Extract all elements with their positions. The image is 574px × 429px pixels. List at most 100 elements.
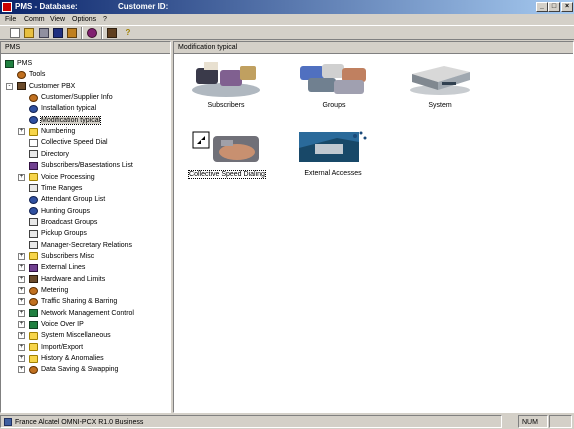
help-icon[interactable]: ? [123,28,133,38]
groups-item[interactable]: Groups [296,60,372,114]
external-accesses-image [297,128,369,166]
menu-help[interactable]: ? [103,14,107,25]
tree-item[interactable]: History & Anomalies [29,353,104,364]
tree-expander[interactable]: + [18,298,25,306]
external-accesses-label: External Accesses [304,170,362,177]
tree-item[interactable]: Network Management Control [29,308,134,319]
tree-item[interactable]: Customer PBX [17,81,75,92]
net-icon [29,309,38,318]
tree-item[interactable]: Customer/Supplier Info [29,92,113,103]
tree-item[interactable]: Metering [29,285,68,296]
menu-view[interactable]: View [50,14,65,25]
minimize-button[interactable]: _ [536,2,548,12]
print-icon[interactable] [67,28,77,38]
book-icon[interactable] [107,28,117,38]
tree-item[interactable]: Hunting Groups [29,206,90,217]
menu-comm[interactable]: Comm [24,14,45,25]
tree-item[interactable]: Attendant Group List [29,194,105,205]
tree-item[interactable]: Tools [17,69,45,80]
save-all-icon[interactable] [53,28,63,38]
tree-expander[interactable]: + [18,252,25,260]
pms-icon [5,59,14,68]
external-accesses-item[interactable]: External Accesses [294,128,372,182]
save-icon[interactable] [39,28,49,38]
tree-item[interactable]: Broadcast Groups [29,217,97,228]
tree-item-label: External Lines [41,264,86,272]
tree-item[interactable]: Directory [29,149,69,160]
list-icon [29,229,38,238]
status-computer-icon [4,418,12,426]
tree-expander[interactable]: + [18,366,25,374]
system-label: System [428,102,452,109]
tree-item[interactable]: Hardware and Limits [29,274,105,285]
tree-item[interactable]: Data Saving & Swapping [29,364,118,375]
tree-expander[interactable]: + [18,287,25,294]
tree-expander[interactable]: + [18,321,25,329]
disk-icon[interactable] [87,28,97,38]
tree-item-label: Voice Processing [41,173,95,181]
tree-expander[interactable]: + [18,264,25,272]
status-extra-cell [549,415,572,428]
system-image [404,60,476,98]
tree-expander[interactable]: + [18,128,25,136]
tree-item[interactable]: PMS [5,58,32,69]
tree-item[interactable]: External Lines [29,262,85,273]
tree-item[interactable]: Installation typical [29,103,96,114]
tree-item[interactable]: System Miscellaneous [29,330,111,341]
tree-item-label: Manager-Secretary Relations [41,241,133,249]
tree-item[interactable]: Subscribers Misc [29,251,94,262]
tree-item[interactable]: Traffic Sharing & Barring [29,296,117,307]
folder-icon [29,354,38,363]
tree-item[interactable]: Manager-Secretary Relations [29,240,132,251]
status-bar: France Alcatel OMNI-PCX R1.0 Business NU… [0,414,574,429]
tree-item[interactable]: Voice Over IP [29,319,84,330]
tree-item-label: Customer/Supplier Info [41,94,113,102]
tree-item[interactable]: Collective Speed Dial [29,137,108,148]
tree-expander[interactable]: - [6,82,13,90]
tree-item-label: Subscribers Misc [41,252,95,260]
phone-icon [29,161,38,170]
folder-icon [29,173,38,181]
tree-expander[interactable]: + [18,343,25,351]
speed-dial-item[interactable]: Collective Speed Dialing [188,128,266,182]
doc-icon [29,138,38,147]
people-icon [29,195,38,204]
tree-item-label: Collective Speed Dial [41,139,108,147]
close-button[interactable]: × [561,2,573,12]
tree-item[interactable]: Import/Export [29,342,83,353]
tree-expander[interactable]: + [18,275,25,283]
tree-expander[interactable]: + [18,173,25,181]
tree-item-label: Installation typical [41,105,97,113]
tools-icon [17,70,26,79]
tree-item[interactable]: Time Ranges [29,183,82,194]
tree-expander[interactable]: + [18,355,25,363]
tree-item-label: Subscribers/Basestations List [41,162,133,170]
maximize-button[interactable]: □ [548,2,560,12]
status-text-cell: France Alcatel OMNI-PCX R1.0 Business [0,415,502,428]
tree-item-label: Numbering [41,128,76,136]
tree-item[interactable]: Voice Processing [29,172,95,183]
list-icon [29,218,38,227]
tree-expander[interactable]: + [18,309,25,317]
tree-expander[interactable]: + [18,332,25,340]
pbx-icon [29,275,38,284]
window-subtitle: Customer ID: [118,2,169,11]
subscribers-item[interactable]: Subscribers [188,60,264,114]
phone-icon [29,263,38,272]
gear-icon [29,286,38,295]
gear-icon [29,93,38,102]
tree-item[interactable]: Numbering [29,126,75,137]
window-title: PMS - Database: [15,2,78,11]
tree-item[interactable]: Pickup Groups [29,228,87,239]
new-icon[interactable] [10,28,20,38]
tree-item[interactable]: Modification typical [29,115,102,126]
people-icon [29,104,38,113]
system-item[interactable]: System [402,60,478,114]
tree-item-label: Network Management Control [41,309,134,317]
gear-icon [29,365,38,374]
open-icon[interactable] [24,28,34,38]
menu-options[interactable]: Options [72,14,96,25]
menu-file[interactable]: File [5,14,16,25]
pbx-icon [17,82,26,91]
tree-item[interactable]: Subscribers/Basestations List [29,160,133,171]
